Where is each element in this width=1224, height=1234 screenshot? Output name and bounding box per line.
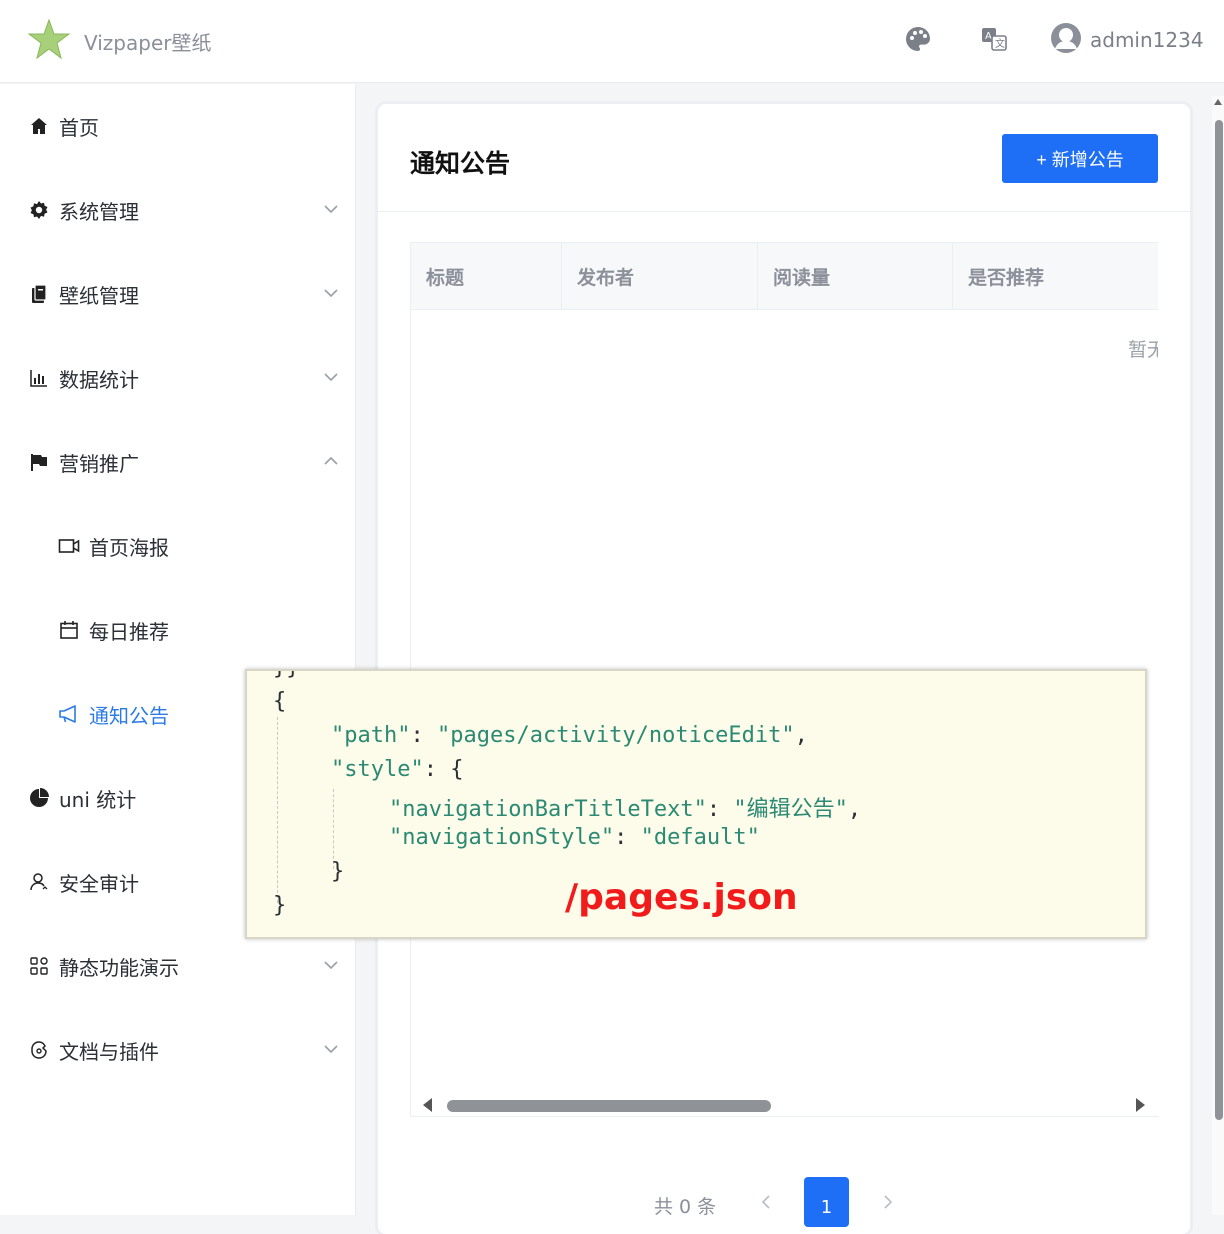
user-menu[interactable]: admin1234 (1050, 22, 1204, 58)
page-title: 通知公告 (410, 149, 511, 178)
sidebar-item-label: 安全审计 (59, 871, 139, 896)
code-line: }} (273, 671, 300, 680)
sidebar-item-home-poster[interactable]: 首页海报 (0, 504, 356, 588)
code-string: "编辑公告" (733, 797, 848, 822)
empty-text: 暂无 (1128, 339, 1158, 361)
clipboard-icon (28, 283, 50, 305)
sidebar-item-label: 首页海报 (89, 535, 169, 560)
scroll-left-arrow-icon[interactable] (423, 1098, 433, 1112)
sidebar-item-home[interactable]: 首页 (0, 84, 356, 168)
sidebar-item-label: 文档与插件 (59, 1039, 159, 1064)
puzzle-icon (28, 1039, 50, 1061)
top-header: Vizpaper壁纸 A文 admin1234 (0, 0, 1224, 83)
add-notice-button[interactable]: + 新增公告 (1002, 134, 1158, 183)
grid-icon (28, 955, 50, 977)
svg-text:A: A (985, 31, 992, 42)
code-line: "navigationStyle": "default" (389, 825, 760, 850)
code-line: "navigationBarTitleText": "编辑公告", (389, 797, 862, 822)
column-header-title[interactable]: 标题 (411, 243, 562, 310)
code-line: } (331, 859, 345, 884)
code-key: "path" (331, 723, 411, 748)
scroll-right-arrow-icon[interactable] (1135, 1098, 1145, 1112)
pagination: 共 0 条 1 (378, 1174, 1190, 1234)
gear-icon (28, 199, 50, 221)
flag-icon (28, 451, 50, 473)
code-line: "path": "pages/activity/noticeEdit", (331, 723, 808, 748)
home-icon (28, 115, 50, 137)
code-line: "style": { (331, 757, 464, 782)
app-name: Vizpaper壁纸 (84, 30, 212, 55)
sidebar-item-label: 静态功能演示 (59, 955, 179, 980)
code-line: } (273, 893, 287, 918)
indent-guide (277, 717, 278, 903)
chevron-up-icon (324, 456, 338, 465)
bar-chart-icon (28, 367, 50, 389)
prev-page-icon[interactable] (756, 1192, 776, 1212)
code-key: "style" (331, 757, 424, 782)
sidebar-item-marketing[interactable]: 营销推广 (0, 420, 356, 504)
megaphone-icon (58, 703, 80, 725)
sidebar-item-label: 系统管理 (59, 199, 139, 224)
code-key: "navigationStyle" (389, 825, 615, 850)
code-overlay: }} { "path": "pages/activity/noticeEdit"… (245, 669, 1147, 939)
app-logo[interactable]: Vizpaper壁纸 (27, 18, 212, 64)
column-header-publisher[interactable]: 发布者 (562, 243, 758, 310)
sidebar-item-label: 数据统计 (59, 367, 139, 392)
translate-icon[interactable]: A文 (979, 24, 1009, 54)
sidebar-item-statistics[interactable]: 数据统计 (0, 336, 356, 420)
sidebar-item-daily-recommend[interactable]: 每日推荐 (0, 588, 356, 672)
column-header-read-count[interactable]: 阅读量 (758, 243, 953, 310)
user-avatar-icon (1050, 22, 1082, 58)
scroll-up-arrow-icon[interactable] (1214, 98, 1222, 106)
sidebar-item-label: 每日推荐 (89, 619, 169, 644)
sidebar: 首页 系统管理 壁纸管理 数据统计 营销推广 首页海报 每日推荐 通知公告 un… (0, 84, 356, 1215)
sidebar-item-wallpaper[interactable]: 壁纸管理 (0, 252, 356, 336)
sidebar-item-label: 营销推广 (59, 451, 139, 476)
sidebar-item-docs-plugins[interactable]: 文档与插件 (0, 1008, 356, 1092)
star-logo-icon (27, 18, 71, 64)
video-icon (58, 535, 80, 557)
code-line: { (273, 689, 287, 714)
user-outline-icon (28, 871, 50, 893)
table-header: 标题 发布者 阅读量 是否推荐 (411, 242, 1158, 310)
chevron-down-icon (324, 205, 338, 214)
vertical-scrollbar-thumb[interactable] (1215, 120, 1223, 1120)
code-string: "default" (640, 825, 760, 850)
vertical-scrollbar[interactable] (1212, 96, 1224, 1215)
chevron-down-icon (324, 373, 338, 382)
code-string: "pages/activity/noticeEdit" (436, 723, 795, 748)
sidebar-item-label: uni 统计 (59, 787, 137, 812)
sidebar-item-system[interactable]: 系统管理 (0, 168, 356, 252)
calendar-icon (58, 619, 80, 641)
next-page-icon[interactable] (878, 1192, 898, 1212)
pie-icon (28, 787, 50, 809)
sidebar-item-label: 首页 (59, 115, 99, 140)
scrollbar-thumb[interactable] (447, 1100, 771, 1112)
indent-guide (333, 789, 334, 869)
sidebar-item-label: 通知公告 (89, 703, 169, 728)
user-name: admin1234 (1090, 28, 1204, 52)
code-key: "navigationBarTitleText" (389, 797, 707, 822)
divider (378, 211, 1190, 212)
chevron-down-icon (324, 961, 338, 970)
horizontal-scrollbar[interactable] (411, 1092, 1158, 1116)
chevron-down-icon (324, 289, 338, 298)
palette-icon[interactable] (903, 24, 933, 54)
overlay-caption: /pages.json (565, 877, 798, 918)
svg-text:文: 文 (995, 37, 1005, 50)
sidebar-item-label: 壁纸管理 (59, 283, 139, 308)
column-header-recommended[interactable]: 是否推荐 (953, 243, 1158, 310)
chevron-down-icon (324, 1045, 338, 1054)
page-number-current[interactable]: 1 (804, 1177, 849, 1227)
